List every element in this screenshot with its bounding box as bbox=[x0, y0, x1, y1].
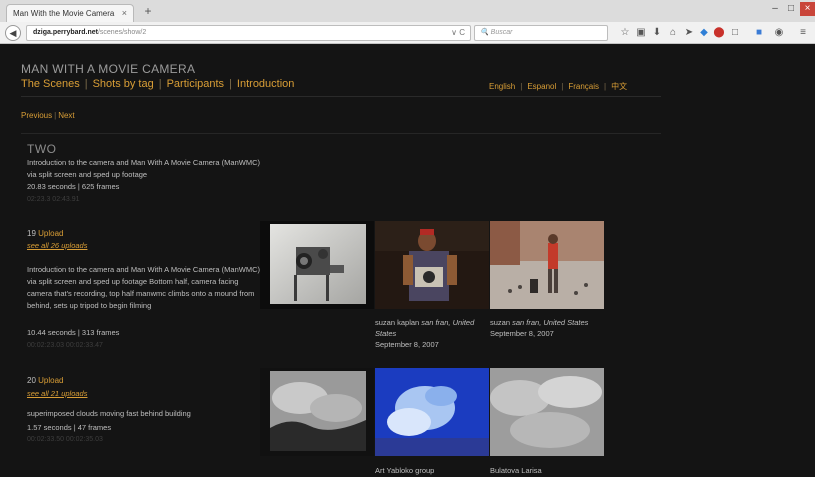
maximize-button[interactable]: □ bbox=[784, 2, 798, 16]
upload-timecode: 00:02:33.50 00:02:35.03 bbox=[27, 436, 103, 443]
thumbnail-caption: Bulatova Larisa bbox=[490, 465, 604, 476]
video-thumbnail[interactable] bbox=[490, 221, 604, 309]
nav-separator: | bbox=[229, 78, 232, 90]
divider bbox=[21, 96, 661, 97]
lang-separator: | bbox=[604, 82, 607, 91]
caption-name: suzan kaplan bbox=[375, 318, 420, 327]
language-nav: English | Espanol | Français | 中文 bbox=[489, 81, 627, 92]
upload-number: 19 bbox=[27, 229, 36, 238]
site-title: MAN WITH A MOVIE CAMERA bbox=[21, 62, 196, 76]
see-all-uploads-link[interactable]: see all 26 uploads bbox=[27, 241, 87, 250]
grey-clouds-image bbox=[490, 368, 604, 456]
back-button[interactable]: ◀ bbox=[5, 25, 21, 41]
reload-icon[interactable]: ∨ C bbox=[451, 26, 465, 40]
scene-timecode: 02:23.3 02:43.91 bbox=[27, 196, 80, 203]
upload-duration: 1.57 seconds | 47 frames bbox=[27, 423, 112, 432]
next-link[interactable]: Next bbox=[58, 111, 74, 120]
video-thumbnail[interactable] bbox=[260, 221, 374, 309]
clouds-building-image bbox=[270, 371, 366, 451]
translate-icon[interactable]: □ bbox=[728, 26, 742, 40]
upload-description: superimposed clouds moving fast behind b… bbox=[27, 409, 191, 418]
upload-word: Upload bbox=[38, 229, 64, 238]
camera-still-image bbox=[270, 224, 366, 304]
performer-image bbox=[375, 221, 489, 309]
upload-title: 20 Upload bbox=[27, 376, 64, 385]
caption-name: Bulatova Larisa bbox=[490, 466, 542, 475]
browser-tab[interactable]: Man With the Movie Camera × bbox=[6, 4, 134, 22]
tab-title: Man With the Movie Camera bbox=[13, 9, 115, 18]
home-icon[interactable]: ⌂ bbox=[666, 26, 680, 40]
nav-separator: | bbox=[84, 78, 88, 90]
scene-duration: 20.83 seconds | 625 frames bbox=[27, 182, 120, 191]
close-tab-icon[interactable]: × bbox=[122, 8, 127, 18]
url-path: /scenes/show/2 bbox=[97, 29, 147, 36]
video-thumbnail[interactable] bbox=[375, 368, 489, 456]
minimize-button[interactable]: – bbox=[768, 2, 782, 16]
lang-separator: | bbox=[520, 82, 523, 91]
upload-timecode: 00:02:23.03 00:02:33.47 bbox=[27, 342, 103, 349]
search-placeholder: Buscar bbox=[490, 29, 513, 36]
caption-place: san fran, United States bbox=[512, 318, 589, 327]
street-filming-image bbox=[490, 221, 604, 309]
thumbnail-caption: Art Yabloko group bbox=[375, 465, 489, 476]
lang-chinese[interactable]: 中文 bbox=[611, 82, 627, 91]
thumbnail-caption: suzan san fran, United States September … bbox=[490, 317, 604, 339]
nav-the-scenes[interactable]: The Scenes bbox=[21, 78, 80, 90]
thumbnail-caption: suzan kaplan san fran, United States Sep… bbox=[375, 317, 489, 350]
blue-sky-cloud-image bbox=[375, 368, 489, 456]
upload-word: Upload bbox=[38, 376, 64, 385]
stop-icon[interactable]: ⬤ bbox=[712, 26, 726, 40]
clipboard-icon[interactable]: ▣ bbox=[634, 26, 648, 40]
scene-title: TWO bbox=[27, 142, 57, 156]
extension-icon[interactable]: ■ bbox=[752, 26, 766, 40]
video-thumbnail[interactable] bbox=[260, 368, 374, 456]
video-thumbnail[interactable] bbox=[490, 368, 604, 456]
tab-bar: Man With the Movie Camera × + – □ × bbox=[0, 0, 815, 22]
divider bbox=[21, 133, 661, 134]
lang-espanol[interactable]: Espanol bbox=[527, 82, 556, 91]
url-bar[interactable]: dziga.perrybard.net/scenes/show/2 ∨ C bbox=[26, 25, 471, 41]
nav-separator: | bbox=[158, 78, 162, 90]
menu-icon[interactable]: ≡ bbox=[796, 26, 810, 40]
lang-english[interactable]: English bbox=[489, 82, 515, 91]
caption-name: Art Yabloko group bbox=[375, 466, 435, 475]
pocket-icon[interactable]: ➤ bbox=[682, 26, 696, 40]
download-icon[interactable]: ⬇ bbox=[650, 26, 664, 40]
upload-title: 19 Upload bbox=[27, 229, 64, 238]
page-content: MAN WITH A MOVIE CAMERA The Scenes | Shots… bbox=[0, 45, 815, 477]
previous-link[interactable]: Previous bbox=[21, 111, 52, 120]
nav-toolbar: ◀ dziga.perrybard.net/scenes/show/2 ∨ C … bbox=[0, 22, 815, 44]
nav-shots-by-tag[interactable]: Shots by tag bbox=[93, 78, 154, 90]
shield-icon[interactable]: ◆ bbox=[697, 26, 711, 40]
see-all-uploads-link[interactable]: see all 21 uploads bbox=[27, 389, 87, 398]
lang-separator: | bbox=[561, 82, 564, 91]
caption-date: September 8, 2007 bbox=[490, 329, 554, 338]
pager: Previous | Next bbox=[21, 111, 75, 120]
upload-description: Introduction to the camera and Man With … bbox=[27, 265, 261, 310]
close-window-button[interactable]: × bbox=[800, 2, 815, 16]
lang-francais[interactable]: Français bbox=[568, 82, 599, 91]
upload-number: 20 bbox=[27, 376, 36, 385]
caption-name: suzan bbox=[490, 318, 511, 327]
caption-date: September 8, 2007 bbox=[375, 340, 439, 349]
main-nav: The Scenes | Shots by tag | Participants | Int… bbox=[21, 78, 294, 90]
mask-icon[interactable]: ◉ bbox=[772, 26, 786, 40]
scene-description: Introduction to the camera and Man With … bbox=[27, 158, 261, 179]
nav-introduction[interactable]: Introduction bbox=[237, 78, 294, 90]
upload-duration: 10.44 seconds | 313 frames bbox=[27, 328, 120, 337]
url-host: dziga.perrybard.net bbox=[33, 29, 98, 36]
video-thumbnail[interactable] bbox=[375, 221, 489, 309]
search-input[interactable]: 🔍 Buscar bbox=[474, 25, 608, 41]
new-tab-button[interactable]: + bbox=[140, 5, 156, 19]
nav-participants[interactable]: Participants bbox=[167, 78, 224, 90]
star-icon[interactable]: ☆ bbox=[618, 26, 632, 40]
